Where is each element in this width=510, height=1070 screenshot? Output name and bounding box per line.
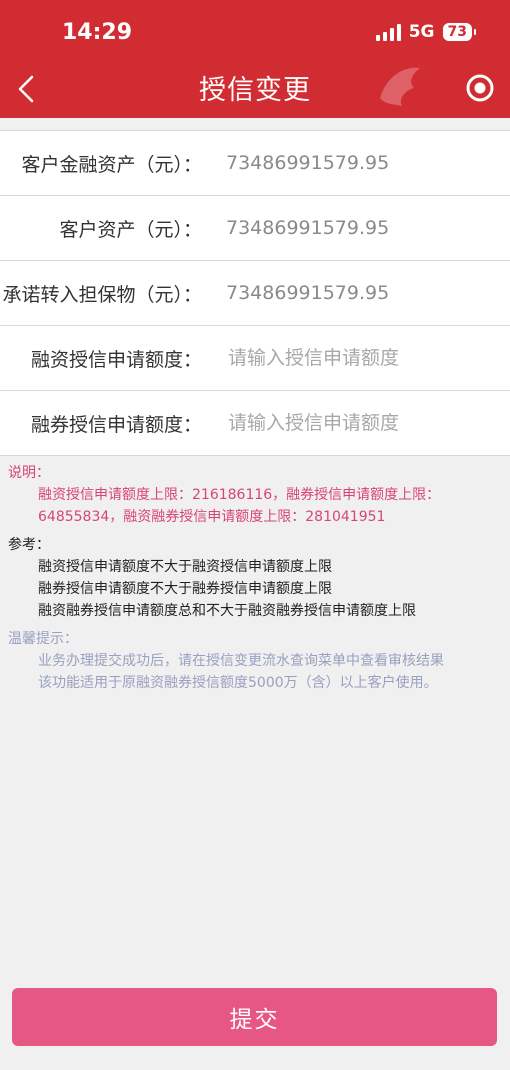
financial-assets-value: 73486991579.95 — [226, 152, 390, 174]
battery-icon: 73 — [442, 23, 477, 41]
explain-line: 融资授信申请额度上限：216186116，融券授信申请额度上限： — [38, 487, 441, 503]
row-label: 客户金融资产（元）： — [21, 153, 202, 176]
reference-line: 融资授信申请额度不大于融资授信申请额度上限 — [38, 559, 332, 575]
page-title: 授信变更 — [199, 75, 311, 106]
tips-line: 业务办理提交成功后，请在授信变更流水查询菜单中查看审核结果 — [38, 653, 444, 669]
form-row-margin-credit: 融资授信申请额度： — [0, 326, 510, 391]
submit-button[interactable]: 提交 — [12, 988, 497, 1046]
explain-line: 64855834，融资融券授信申请额度上限：281041951 — [38, 509, 386, 525]
securities-credit-input[interactable] — [226, 411, 490, 435]
margin-credit-input[interactable] — [226, 346, 490, 370]
reference-line: 融券授信申请额度不大于融券授信申请额度上限 — [38, 581, 332, 597]
tips-title: 温馨提示： — [8, 631, 78, 647]
tips-line: 该功能适用于原融资融券授信额度5000万（含）以上客户使用。 — [38, 675, 438, 691]
row-label: 融资授信申请额度： — [30, 348, 202, 371]
collateral-value: 73486991579.95 — [226, 282, 390, 304]
reference-title: 参考： — [8, 537, 50, 553]
network-type: 5G — [408, 22, 435, 42]
form-row-financial-assets: 客户金融资产（元）： 73486991579.95 — [0, 131, 510, 196]
reference-line: 融资融券授信申请额度总和不大于融资融券授信申请额度上限 — [38, 603, 416, 619]
form-row-customer-assets: 客户资产（元）： 73486991579.95 — [0, 196, 510, 261]
notes-section: 说明： 融资授信申请额度上限：216186116，融券授信申请额度上限： 648… — [0, 462, 510, 694]
credit-change-form: 客户金融资产（元）： 73486991579.95 客户资产（元）： 73486… — [0, 130, 510, 456]
row-label: 融券授信申请额度： — [30, 413, 202, 436]
form-row-securities-credit: 融券授信申请额度： — [0, 391, 510, 456]
signal-icon — [375, 23, 401, 41]
customer-assets-value: 73486991579.95 — [226, 217, 390, 239]
status-indicators: 5G 73 — [375, 22, 477, 42]
dragon-logo-icon — [380, 67, 420, 106]
header-bar: 14:29 5G 73 授信变更 — [0, 0, 510, 118]
row-label: 客户资产（元）： — [59, 218, 202, 241]
row-label: 承诺转入担保物（元）： — [2, 283, 202, 306]
target-icon[interactable] — [464, 72, 496, 104]
form-row-collateral: 承诺转入担保物（元）： 73486991579.95 — [0, 261, 510, 326]
status-time: 14:29 — [62, 20, 133, 45]
explain-title: 说明： — [8, 465, 50, 481]
